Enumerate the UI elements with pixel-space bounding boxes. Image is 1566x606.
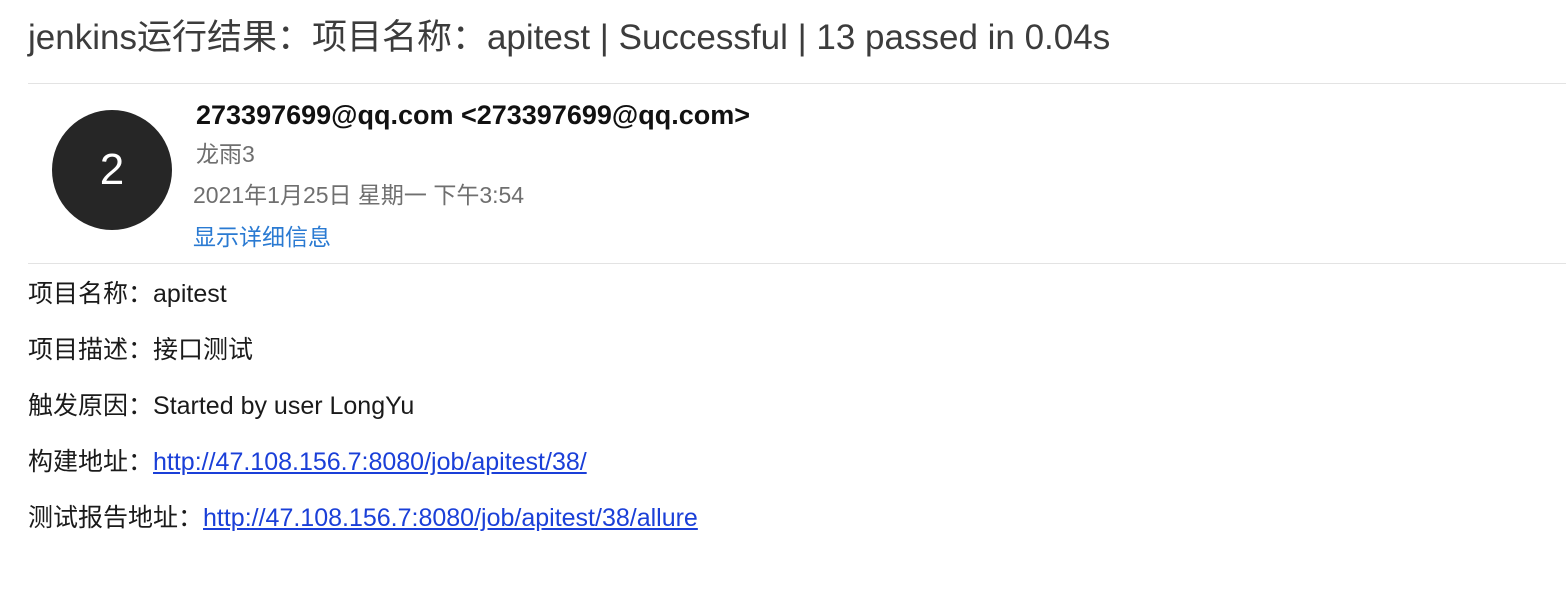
project-desc-label: 项目描述： bbox=[28, 336, 154, 364]
report-url-line: 测试报告地址：http://47.108.156.7:8080/job/apit… bbox=[28, 500, 698, 556]
project-name-value: apitest bbox=[153, 280, 227, 308]
report-url-link[interactable]: http://47.108.156.7:8080/job/apitest/38/… bbox=[203, 504, 698, 532]
build-url-line: 构建地址：http://47.108.156.7:8080/job/apites… bbox=[28, 444, 698, 500]
project-name-label: 项目名称： bbox=[28, 280, 154, 308]
sender-address[interactable]: 273397699@qq.com <273397699@qq.com> bbox=[196, 97, 750, 133]
build-url-link[interactable]: http://47.108.156.7:8080/job/apitest/38/ bbox=[153, 448, 587, 476]
email-subject: jenkins运行结果：项目名称：apitest | Successful | … bbox=[28, 18, 1111, 57]
trigger-label: 触发原因： bbox=[28, 392, 154, 420]
avatar: 2 bbox=[52, 110, 172, 230]
sent-date: 2021年1月25日 星期一 下午3:54 bbox=[193, 182, 525, 208]
email-body: 项目名称：apitest 项目描述：接口测试 触发原因：Started by u… bbox=[28, 276, 698, 556]
show-details-link[interactable]: 显示详细信息 bbox=[193, 220, 331, 254]
project-name-line: 项目名称：apitest bbox=[28, 276, 698, 332]
body-divider bbox=[28, 263, 1566, 264]
report-url-label: 测试报告地址： bbox=[28, 504, 204, 532]
project-desc-line: 项目描述：接口测试 bbox=[28, 332, 698, 388]
trigger-value: Started by user LongYu bbox=[153, 392, 415, 420]
project-desc-value: 接口测试 bbox=[153, 336, 254, 364]
build-url-label: 构建地址： bbox=[28, 448, 154, 476]
header-divider bbox=[28, 83, 1566, 84]
recipient-name[interactable]: 龙雨3 bbox=[196, 138, 255, 170]
trigger-line: 触发原因：Started by user LongYu bbox=[28, 388, 698, 444]
